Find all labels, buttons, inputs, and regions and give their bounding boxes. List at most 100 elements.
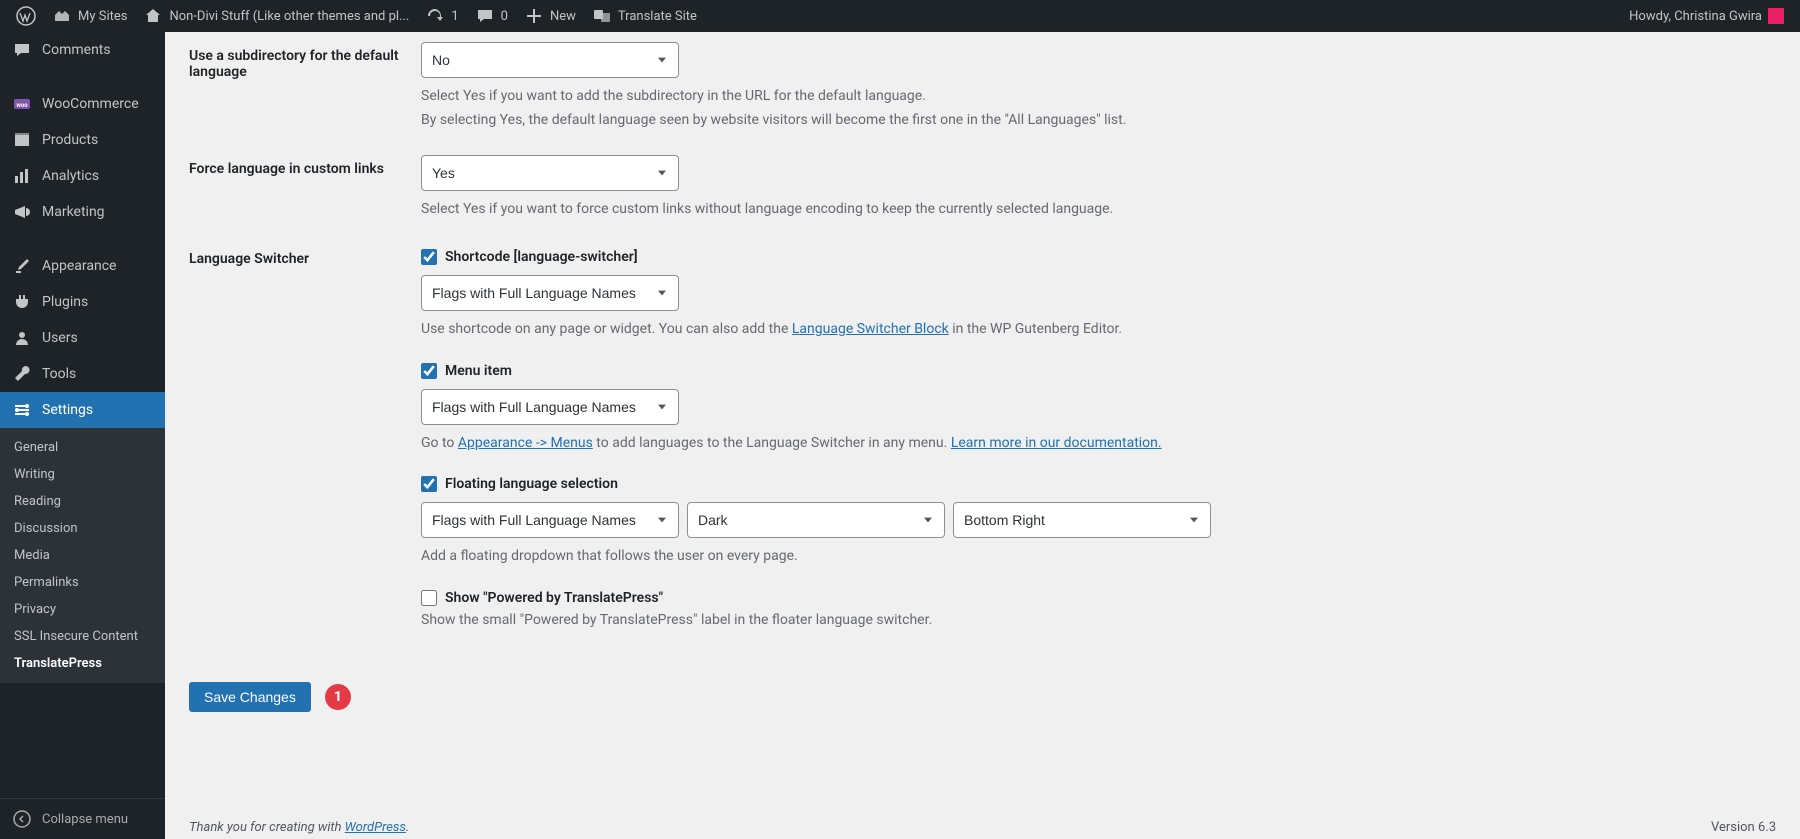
my-sites-menu[interactable]: My Sites	[44, 0, 135, 32]
sidebar-item-marketing[interactable]: Marketing	[0, 194, 165, 230]
settings-content: Use a subdirectory for the default langu…	[165, 32, 1800, 839]
floating-position-select[interactable]: Bottom Right	[953, 502, 1211, 538]
collapse-menu[interactable]: Collapse menu	[0, 798, 165, 839]
site-name-label: Non-Divi Stuff (Like other themes and pl…	[169, 9, 409, 24]
floating-desc: Add a floating dropdown that follows the…	[421, 546, 1321, 568]
sidebar-item-label: Analytics	[42, 168, 99, 184]
sidebar-item-woocommerce[interactable]: woo WooCommerce	[0, 86, 165, 122]
force-label: Force language in custom links	[189, 155, 421, 177]
shortcode-checkbox[interactable]	[421, 249, 437, 265]
woo-icon: woo	[12, 94, 32, 114]
annotation-badge-1: 1	[325, 684, 351, 710]
sidebar-item-appearance[interactable]: Appearance	[0, 248, 165, 284]
sidebar-item-comments[interactable]: Comments	[0, 32, 165, 68]
powered-checkbox[interactable]	[421, 590, 437, 606]
menu-desc: Go to Appearance -> Menus to add languag…	[421, 433, 1321, 455]
new-label: New	[550, 9, 576, 24]
svg-text:woo: woo	[16, 102, 28, 109]
powered-check-label: Show "Powered by TranslatePress"	[445, 590, 663, 606]
wordpress-icon	[16, 6, 36, 26]
shortcode-desc: Use shortcode on any page or widget. You…	[421, 319, 1321, 341]
force-select[interactable]: Yes	[421, 155, 679, 191]
site-name-menu[interactable]: Non-Divi Stuff (Like other themes and pl…	[135, 0, 417, 32]
admin-topbar: My Sites Non-Divi Stuff (Like other them…	[0, 0, 1800, 32]
subdir-desc1: Select Yes if you want to add the subdir…	[421, 86, 1321, 108]
sidebar-item-label: Comments	[42, 42, 111, 58]
collapse-label: Collapse menu	[42, 812, 128, 827]
shortcode-check-label: Shortcode [language-switcher]	[445, 249, 638, 265]
updates-icon	[425, 6, 445, 26]
new-content-menu[interactable]: New	[516, 0, 584, 32]
sidebar-item-label: Marketing	[42, 204, 105, 220]
wordpress-link[interactable]: WordPress	[345, 820, 406, 835]
floating-style-select[interactable]: Flags with Full Language Names	[421, 502, 679, 538]
sidebar-item-label: Tools	[42, 366, 76, 382]
appearance-menus-link[interactable]: Appearance -> Menus	[458, 435, 593, 451]
admin-footer: Thank you for creating with WordPress. V…	[189, 820, 1776, 835]
floating-check-label: Floating language selection	[445, 476, 618, 492]
submenu-permalinks[interactable]: Permalinks	[0, 569, 165, 596]
subdir-label: Use a subdirectory for the default langu…	[189, 42, 421, 80]
products-icon	[12, 130, 32, 150]
translate-site-menu[interactable]: Translate Site	[584, 0, 705, 32]
comments-menu[interactable]: 0	[467, 0, 516, 32]
howdy-label: Howdy, Christina Gwira	[1629, 9, 1762, 24]
menu-checkbox[interactable]	[421, 363, 437, 379]
comment-icon	[475, 6, 495, 26]
floating-theme-select[interactable]: Dark	[687, 502, 945, 538]
wrench-icon	[12, 364, 32, 384]
comment-icon	[12, 40, 32, 60]
home-icon	[143, 6, 163, 26]
sidebar-item-plugins[interactable]: Plugins	[0, 284, 165, 320]
floating-checkbox[interactable]	[421, 476, 437, 492]
settings-icon	[12, 400, 32, 420]
comments-count: 0	[501, 9, 508, 24]
translate-icon	[592, 6, 612, 26]
sidebar-item-label: Plugins	[42, 294, 88, 310]
sidebar-item-label: Settings	[42, 402, 93, 418]
wp-logo-menu[interactable]	[8, 0, 44, 32]
submenu-translatepress[interactable]: TranslatePress	[0, 650, 165, 677]
footer-thanks-pre: Thank you for creating with	[189, 820, 345, 835]
switcher-label: Language Switcher	[189, 245, 421, 267]
submenu-reading[interactable]: Reading	[0, 488, 165, 515]
user-icon	[12, 328, 32, 348]
sidebar-item-settings[interactable]: Settings	[0, 392, 165, 428]
collapse-icon	[12, 809, 32, 829]
submenu-privacy[interactable]: Privacy	[0, 596, 165, 623]
megaphone-icon	[12, 202, 32, 222]
sidebar-item-users[interactable]: Users	[0, 320, 165, 356]
submenu-ssl-insecure[interactable]: SSL Insecure Content	[0, 623, 165, 650]
subdir-desc2: By selecting Yes, the default language s…	[421, 110, 1321, 132]
switcher-block-link[interactable]: Language Switcher Block	[792, 321, 949, 337]
sidebar-item-label: WooCommerce	[42, 96, 139, 112]
submenu-writing[interactable]: Writing	[0, 461, 165, 488]
sidebar-item-label: Appearance	[42, 258, 116, 274]
subdir-select[interactable]: No	[421, 42, 679, 78]
save-changes-button[interactable]: Save Changes	[189, 682, 311, 712]
sidebar-item-products[interactable]: Products	[0, 122, 165, 158]
sidebar-item-label: Users	[42, 330, 78, 346]
menu-style-select[interactable]: Flags with Full Language Names	[421, 389, 679, 425]
account-menu[interactable]: Howdy, Christina Gwira	[1621, 0, 1792, 32]
updates-menu[interactable]: 1	[417, 0, 466, 32]
admin-sidebar: Comments woo WooCommerce Products Analyt…	[0, 32, 165, 839]
submenu-media[interactable]: Media	[0, 542, 165, 569]
plus-icon	[524, 6, 544, 26]
avatar	[1768, 8, 1784, 24]
submenu-general[interactable]: General	[0, 434, 165, 461]
docs-link[interactable]: Learn more in our documentation.	[951, 435, 1162, 451]
sidebar-item-tools[interactable]: Tools	[0, 356, 165, 392]
my-sites-label: My Sites	[78, 9, 127, 24]
sidebar-item-label: Products	[42, 132, 98, 148]
translate-label: Translate Site	[618, 9, 697, 24]
powered-desc: Show the small "Powered by TranslatePres…	[421, 610, 1321, 632]
submenu-discussion[interactable]: Discussion	[0, 515, 165, 542]
brush-icon	[12, 256, 32, 276]
sidebar-item-analytics[interactable]: Analytics	[0, 158, 165, 194]
version-label: Version 6.3	[1711, 820, 1776, 835]
multisite-icon	[52, 6, 72, 26]
plugin-icon	[12, 292, 32, 312]
shortcode-style-select[interactable]: Flags with Full Language Names	[421, 275, 679, 311]
analytics-icon	[12, 166, 32, 186]
